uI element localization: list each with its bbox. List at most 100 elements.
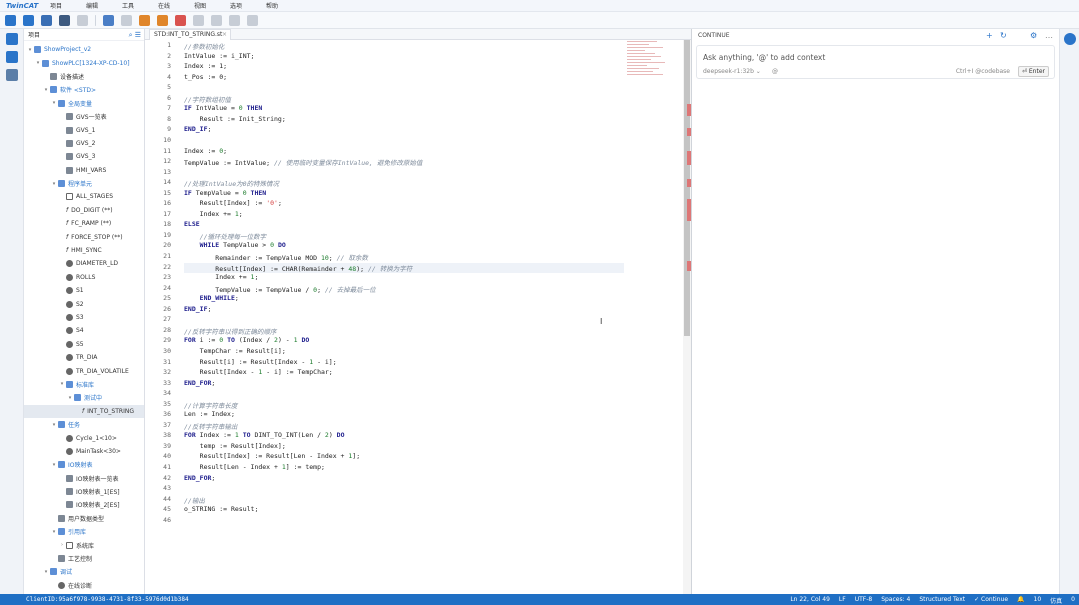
status-item[interactable]: UTF-8 bbox=[855, 596, 873, 605]
code-line[interactable]: o_STRING := Result; bbox=[184, 505, 258, 513]
code-line[interactable]: IntValue := i_INT; bbox=[184, 52, 254, 60]
code-line[interactable]: END_FOR; bbox=[184, 379, 215, 387]
code-line[interactable]: //字符数组初值 bbox=[184, 94, 231, 104]
code-line[interactable]: Remainder := TempValue MOD 10; // 取余数 bbox=[184, 252, 368, 262]
enter-button[interactable]: ⏎ Enter bbox=[1017, 66, 1049, 77]
tree-item[interactable]: ▾ 程序单元 bbox=[24, 177, 144, 190]
menu-edit[interactable]: 编辑 bbox=[74, 1, 110, 10]
menu-online[interactable]: 在线 bbox=[146, 1, 182, 10]
menu-tools[interactable]: 工具 bbox=[110, 1, 146, 10]
editor-scrollbar[interactable] bbox=[683, 40, 691, 594]
code-line[interactable]: //循环处理每一位数字 bbox=[184, 231, 266, 241]
save-icon[interactable] bbox=[41, 14, 52, 26]
code-line[interactable]: END_IF; bbox=[184, 125, 211, 133]
chevron-down-icon[interactable]: ▾ bbox=[43, 87, 49, 93]
chevron-down-icon[interactable]: ▾ bbox=[27, 47, 33, 53]
tree-item[interactable]: IO映射表_1[ES] bbox=[24, 485, 144, 498]
tree-item[interactable]: ▾ 调试 bbox=[24, 565, 144, 578]
model-selector[interactable]: deepseek-r1:32b ⌄ bbox=[703, 68, 761, 75]
tab-int-to-string[interactable]: STD:INT_TO_STRING.st × bbox=[149, 29, 231, 40]
tree-item[interactable]: HMI_VARS bbox=[24, 164, 144, 177]
tree-item[interactable]: GVS_1 bbox=[24, 123, 144, 136]
tree-item[interactable]: 设备描述 bbox=[24, 70, 144, 83]
tree-item[interactable]: S5 bbox=[24, 338, 144, 351]
new-file-icon[interactable] bbox=[5, 14, 16, 26]
tree-item[interactable]: ALL_STAGES bbox=[24, 190, 144, 203]
code-line[interactable]: Result[Index - 1 - i] := TempChar; bbox=[184, 368, 333, 376]
code-line[interactable]: TempValue := IntValue; // 使用临时变量保存IntVal… bbox=[184, 157, 422, 167]
code-line[interactable]: FOR Index := 1 TO DINT_TO_INT(Len / 2) D… bbox=[184, 431, 345, 439]
code-line[interactable]: IF IntValue = 0 THEN bbox=[184, 104, 262, 112]
history-icon[interactable]: ↻ bbox=[1000, 31, 1007, 40]
continue-icon[interactable] bbox=[1063, 33, 1076, 45]
tree-item[interactable]: GVS_3 bbox=[24, 150, 144, 163]
open-folder-icon[interactable] bbox=[23, 14, 34, 26]
download-icon[interactable] bbox=[139, 14, 150, 26]
status-item[interactable]: 0 bbox=[1071, 596, 1075, 605]
menu-project[interactable]: 项目 bbox=[38, 1, 74, 10]
code-line[interactable]: //反转字符串以得到正确的顺序 bbox=[184, 326, 276, 336]
status-item[interactable]: 🔔 bbox=[1017, 596, 1024, 605]
tree-item[interactable]: ▾ 引用库 bbox=[24, 525, 144, 538]
code-line[interactable]: Result := Init_String; bbox=[184, 115, 286, 123]
tree-item[interactable]: IO映射表_2[ES] bbox=[24, 498, 144, 511]
monitor-icon[interactable] bbox=[5, 69, 18, 81]
code-line[interactable]: Result[Index] := '0'; bbox=[184, 199, 282, 207]
status-item[interactable]: 仿真 bbox=[1050, 596, 1062, 605]
status-item[interactable]: Ln 22, Col 49 bbox=[790, 596, 830, 605]
code-line[interactable]: //反转字符串输出 bbox=[184, 421, 237, 431]
status-item[interactable]: LF bbox=[839, 596, 846, 605]
code-line[interactable]: Len := Index; bbox=[184, 410, 235, 418]
chevron-down-icon[interactable]: ▾ bbox=[51, 422, 57, 428]
close-icon[interactable]: × bbox=[222, 30, 227, 40]
code-line[interactable]: IF TempValue = 0 THEN bbox=[184, 189, 266, 197]
code-line[interactable]: Result[Len - Index + 1] := temp; bbox=[184, 463, 325, 471]
code-line[interactable]: FOR i := 0 TO (Index / 2) - 1 DO bbox=[184, 336, 309, 344]
code-line[interactable]: Index += 1; bbox=[184, 210, 243, 218]
code-line[interactable]: ELSE bbox=[184, 220, 200, 228]
tree-item[interactable]: IO映射表一览表 bbox=[24, 472, 144, 485]
chevron-down-icon[interactable]: ▾ bbox=[35, 60, 41, 66]
code-line[interactable]: Index += 1; bbox=[184, 273, 258, 281]
tree-item[interactable]: ▾ 测试中 bbox=[24, 391, 144, 404]
tree-item[interactable]: 用户数据类型 bbox=[24, 512, 144, 525]
compile-icon[interactable] bbox=[121, 14, 132, 26]
code-line[interactable]: Result[Index] := Result[Len - Index + 1]… bbox=[184, 452, 360, 460]
tree-item[interactable]: ▾ 全局变量 bbox=[24, 97, 144, 110]
code-line[interactable]: TempValue := TempValue / 0; // 去掉最后一位 bbox=[184, 284, 375, 294]
stop-icon[interactable] bbox=[193, 14, 204, 26]
code-line[interactable]: TempChar := Result[i]; bbox=[184, 347, 286, 355]
project-icon[interactable] bbox=[5, 33, 18, 45]
code-line[interactable]: Result[Index] := CHAR(Remainder + 48); /… bbox=[184, 262, 624, 273]
status-item[interactable]: ✓ Continue bbox=[974, 596, 1008, 605]
run-icon[interactable] bbox=[175, 14, 186, 26]
tree-item[interactable]: f HMI_SYNC bbox=[24, 244, 144, 257]
code-line[interactable]: END_FOR; bbox=[184, 474, 215, 482]
chevron-down-icon[interactable]: ▾ bbox=[59, 381, 65, 387]
menu-options[interactable]: 选项 bbox=[218, 1, 254, 10]
tree-item[interactable]: f FC_RAMP (**) bbox=[24, 217, 144, 230]
add-icon[interactable]: + bbox=[986, 31, 993, 40]
tree-item[interactable]: ▾ ShowPLC[1324-XP-CD-10] bbox=[24, 56, 144, 69]
tree-item[interactable]: TR_DIA bbox=[24, 351, 144, 364]
tree-item[interactable]: f FORCE_STOP (**) bbox=[24, 230, 144, 243]
code-line[interactable]: Result[i] := Result[Index - 1 - i]; bbox=[184, 358, 337, 366]
chat-input-box[interactable]: Ask anything, '@' to add context deepsee… bbox=[696, 45, 1055, 79]
code-line[interactable]: t_Pos := 0; bbox=[184, 73, 227, 81]
tree-item[interactable]: ▾ 标准库 bbox=[24, 378, 144, 391]
tree-item[interactable]: S1 bbox=[24, 284, 144, 297]
code-line[interactable]: WHILE TempValue > 0 DO bbox=[184, 241, 286, 249]
chat-input[interactable]: Ask anything, '@' to add context bbox=[703, 53, 825, 62]
code-line[interactable]: //处理IntValue为0的特殊情况 bbox=[184, 178, 279, 188]
chevron-down-icon[interactable]: ▾ bbox=[51, 462, 57, 468]
chevron-down-icon[interactable]: ▾ bbox=[51, 181, 57, 187]
menu-view[interactable]: 视图 bbox=[182, 1, 218, 10]
tree-item[interactable]: S3 bbox=[24, 311, 144, 324]
status-item[interactable]: Spaces: 4 bbox=[881, 596, 910, 605]
status-item[interactable]: 10 bbox=[1034, 596, 1042, 605]
redo-icon[interactable] bbox=[77, 14, 88, 26]
tree-item[interactable]: GVS一览表 bbox=[24, 110, 144, 123]
tree-item[interactable]: f INT_TO_STRING bbox=[24, 404, 144, 418]
gear-icon[interactable]: ⚙ bbox=[1030, 31, 1037, 40]
tree-item[interactable]: › 系统库 bbox=[24, 538, 144, 551]
